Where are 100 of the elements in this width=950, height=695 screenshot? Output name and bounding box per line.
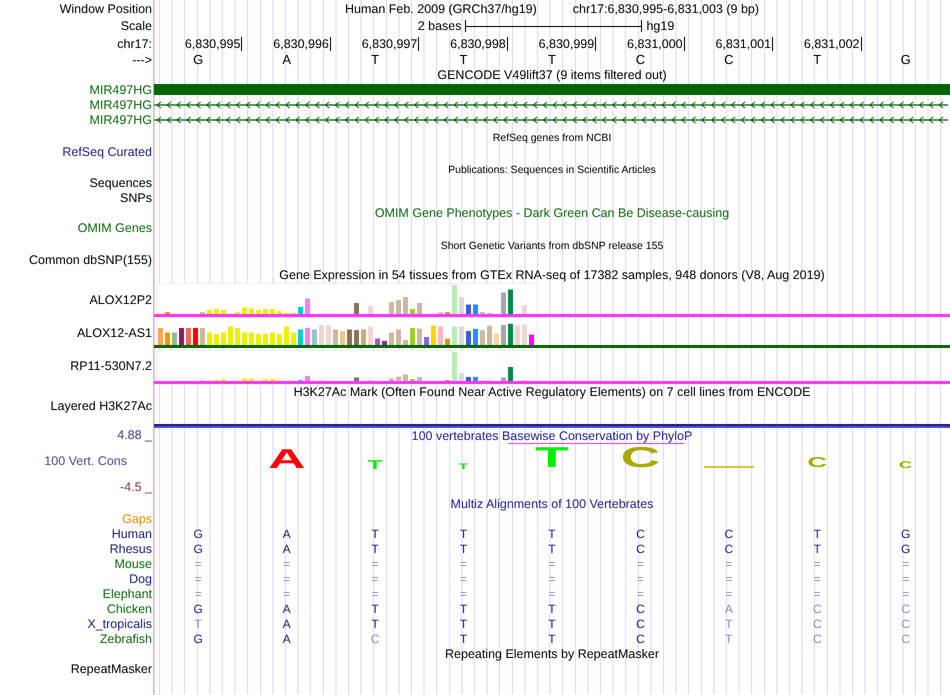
- aligned-base: =: [283, 572, 290, 586]
- scale-length: 2 bases: [418, 19, 462, 33]
- aligned-base: C: [636, 616, 645, 630]
- aligned-base: A: [724, 602, 733, 616]
- aligned-base: T: [460, 616, 468, 630]
- track-title: H3K27Ac Mark (Often Found Near Active Regulatory Elements) on 7 cell lines from ENCODE: [294, 384, 810, 398]
- track-label[interactable]: RepeatMasker: [70, 662, 152, 676]
- track-label[interactable]: Common dbSNP(155): [29, 252, 152, 266]
- aligned-base: T: [814, 542, 821, 556]
- aligned-base: =: [548, 556, 556, 570]
- species-label[interactable]: Zebrafish: [100, 632, 152, 646]
- species-label[interactable]: Mouse: [114, 556, 152, 570]
- species-label[interactable]: X_tropicalis: [87, 616, 152, 630]
- conservation-letter: C: [899, 462, 912, 470]
- species-label[interactable]: Human: [112, 526, 152, 540]
- aligned-base: =: [902, 572, 910, 586]
- aligned-base: =: [636, 556, 644, 570]
- aligned-base: G: [194, 526, 203, 540]
- aligned-base: T: [371, 616, 379, 630]
- base-letter: C: [636, 52, 646, 67]
- aligned-base: =: [372, 572, 379, 586]
- aligned-base: T: [548, 632, 556, 646]
- aligned-base: T: [371, 526, 379, 540]
- ruler-position: 6,830,999: [538, 36, 596, 50]
- aligned-base: =: [548, 586, 556, 600]
- aligned-base: T: [460, 632, 468, 646]
- track-label[interactable]: OMIM Genes: [78, 220, 152, 234]
- aligned-base: =: [636, 586, 644, 600]
- base-letter: G: [900, 52, 911, 67]
- position-range: chr17:6,830,995-6,831,003 (9 bp): [572, 2, 760, 16]
- aligned-base: =: [283, 586, 290, 600]
- aligned-base: T: [548, 526, 556, 540]
- aligned-base: =: [194, 556, 202, 570]
- track-label[interactable]: 100 Vert. Cons: [44, 454, 152, 468]
- base-letter: T: [813, 52, 822, 67]
- track-label[interactable]: Sequences: [89, 176, 152, 190]
- track-title: GENCODE V49lift37 (9 items filtered out): [437, 68, 667, 82]
- aligned-base: =: [372, 586, 379, 600]
- base-letter: A: [282, 52, 291, 67]
- track-title: Publications: Sequences in Scientific Articles: [448, 164, 656, 176]
- aligned-base: =: [902, 586, 910, 600]
- aligned-base: T: [814, 526, 821, 540]
- track-title: Gene Expression in 54 tissues from GTEx RNA-seq of 17382 samples, 948 donors (V8, Aug 2019): [279, 268, 825, 282]
- aligned-base: =: [283, 556, 290, 570]
- track-title: Multiz Alignments of 100 Vertebrates: [450, 496, 654, 510]
- ruler-position: 6,830,997: [362, 36, 420, 50]
- aligned-base: =: [814, 556, 821, 570]
- conservation-letter: C: [620, 446, 660, 470]
- gene-label[interactable]: ALOX12-AS1: [76, 326, 152, 340]
- track-title: 100 vertebrates Basewise Conservation by PhyloP: [412, 429, 692, 443]
- gene-label[interactable]: MIR497HG: [89, 82, 152, 96]
- ruler-position: 6,831,000: [627, 36, 685, 50]
- track-label: chr17:: [117, 36, 152, 50]
- aligned-base: T: [460, 526, 468, 540]
- aligned-base: =: [902, 556, 910, 570]
- scale-assembly: hg19: [646, 19, 674, 33]
- track-label[interactable]: RefSeq Curated: [62, 144, 152, 158]
- base-letter: T: [460, 52, 468, 67]
- aligned-base: C: [636, 632, 645, 646]
- aligned-base: T: [460, 602, 468, 616]
- ruler-position: 6,830,995: [184, 36, 242, 50]
- assembly-title: Human Feb. 2009 (GRCh37/hg19): [344, 2, 537, 16]
- gene-label[interactable]: ALOX12P2: [89, 293, 152, 307]
- aligned-base: C: [370, 632, 380, 646]
- aligned-base: A: [282, 602, 291, 616]
- track-label[interactable]: SNPs: [120, 190, 152, 204]
- aligned-base: =: [636, 572, 644, 586]
- aligned-base: =: [460, 586, 468, 600]
- species-label[interactable]: Elephant: [102, 586, 152, 600]
- aligned-base: =: [548, 572, 556, 586]
- aligned-base: C: [812, 632, 822, 646]
- aligned-base: T: [460, 542, 468, 556]
- aligned-base: A: [282, 632, 291, 646]
- gene-label[interactable]: RP11-530N7.2: [70, 359, 152, 373]
- aligned-base: T: [725, 616, 733, 630]
- gene-label[interactable]: MIR497HG: [89, 98, 152, 112]
- species-label[interactable]: Dog: [129, 572, 152, 586]
- aligned-base: =: [814, 586, 821, 600]
- aligned-base: C: [636, 542, 645, 556]
- aligned-base: T: [548, 542, 556, 556]
- aligned-base: =: [372, 556, 379, 570]
- aligned-base: A: [282, 526, 291, 540]
- track-label: Window Position: [60, 2, 152, 16]
- aligned-base: =: [194, 586, 202, 600]
- species-label[interactable]: Rhesus: [110, 542, 152, 556]
- base-letter: T: [548, 52, 556, 67]
- aligned-base: =: [460, 556, 468, 570]
- aligned-base: C: [901, 616, 910, 630]
- aligned-base: A: [282, 542, 291, 556]
- track-title: OMIM Gene Phenotypes - Dark Green Can Be Disease-causing: [374, 206, 730, 220]
- aligned-base: =: [460, 572, 468, 586]
- track-title: Short Genetic Variants from dbSNP release 155: [440, 240, 664, 252]
- track-label[interactable]: Layered H3K27Ac: [50, 398, 152, 412]
- species-label[interactable]: Chicken: [106, 602, 152, 616]
- aligned-base: C: [724, 526, 734, 540]
- conservation-letter: T: [458, 464, 468, 470]
- conservation-letter: T: [535, 446, 569, 470]
- axis-min-label: -4.5 _: [120, 480, 152, 494]
- track-title: Repeating Elements by RepeatMasker: [444, 646, 659, 660]
- gene-label[interactable]: MIR497HG: [89, 112, 152, 126]
